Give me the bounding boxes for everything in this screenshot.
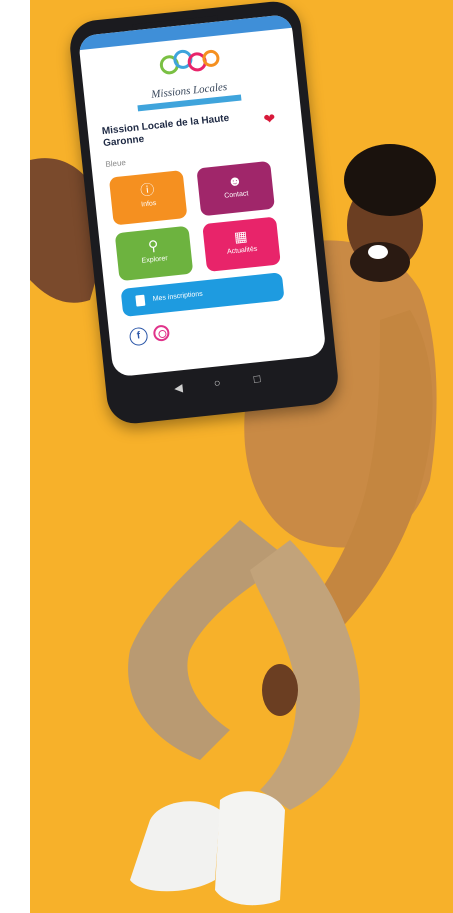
favorite-heart-icon[interactable]: ❤ (263, 110, 276, 128)
document-icon (135, 294, 146, 307)
app-title: Mission Locale de la Haute Garonne (101, 112, 230, 150)
facebook-icon[interactable]: f (128, 326, 149, 347)
instagram-icon[interactable] (152, 324, 171, 342)
tile-actualites[interactable]: ▦ Actualités (202, 216, 281, 272)
phone-screen: Missions Locales Mission Locale de la Ha… (77, 13, 327, 378)
photo-scene: Missions Locales Mission Locale de la Ha… (30, 0, 453, 913)
recents-icon[interactable]: □ (253, 373, 261, 386)
app-subtitle: Bleue (104, 157, 127, 170)
shoe-left (130, 801, 220, 892)
tile-explorer[interactable]: ⚲ Explorer (114, 225, 194, 282)
shoe-right (215, 791, 285, 906)
mouth (368, 245, 388, 259)
lower-hand (262, 664, 298, 716)
signup-button[interactable]: Mes inscriptions (120, 272, 285, 317)
phone: Missions Locales Mission Locale de la Ha… (67, 0, 341, 427)
signup-label: Mes inscriptions (152, 290, 204, 303)
home-icon[interactable]: ○ (213, 377, 221, 390)
tile-infos[interactable]: ⓘ Infos (108, 170, 188, 226)
tile-contact[interactable]: ☻ Contact (196, 160, 275, 217)
back-icon[interactable]: ◀ (174, 381, 184, 395)
hair (344, 144, 436, 216)
pants-left (128, 520, 290, 760)
